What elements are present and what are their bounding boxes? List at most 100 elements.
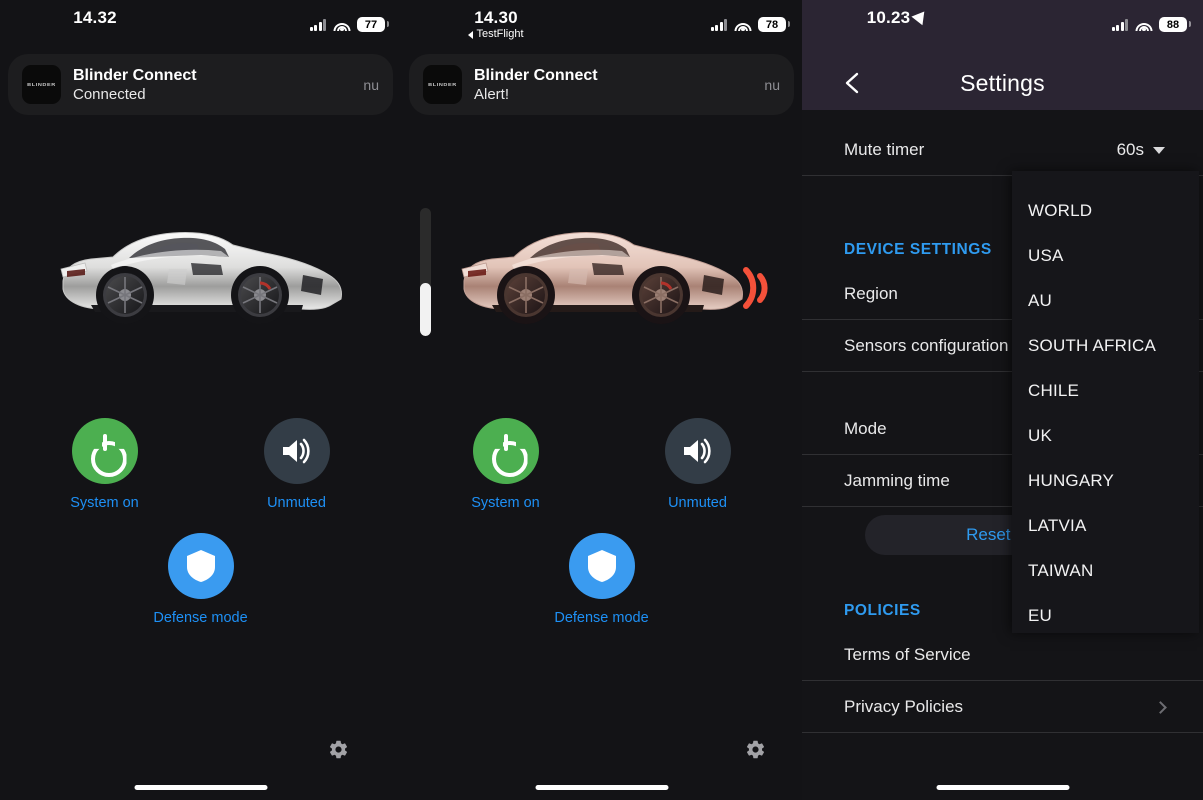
wifi-icon (333, 19, 350, 31)
dropdown-option-chile[interactable]: CHILE (1012, 368, 1199, 413)
dropdown-option-au[interactable]: AU (1012, 278, 1199, 323)
power-button[interactable] (71, 418, 138, 484)
app-icon-label: BLINDER (428, 81, 457, 88)
notification-text: Blinder Connect Alert! (474, 66, 764, 104)
cellular-signal-icon (1111, 18, 1128, 31)
app-icon-label: BLINDER (27, 81, 56, 88)
battery-indicator: 77 (357, 17, 389, 32)
settings-row-label: Mode (844, 419, 887, 438)
status-return-app[interactable]: TestFlight (468, 28, 524, 41)
alert-signal-waves-icon (743, 267, 768, 309)
control-system-power: System on (50, 418, 160, 511)
speaker-on-icon (282, 438, 310, 464)
defense-mode-row: Defense mode (401, 533, 802, 626)
app-icon: BLINDER (22, 65, 61, 104)
mute-button-label: Unmuted (668, 495, 727, 511)
power-button[interactable] (472, 418, 539, 484)
control-buttons-row: System on Unmuted (401, 418, 802, 511)
notification-body: Alert! (474, 85, 510, 103)
back-triangle-icon (468, 30, 474, 39)
sports-car-icon (60, 231, 342, 324)
cellular-signal-icon (309, 18, 326, 31)
speaker-on-icon (683, 438, 711, 464)
control-defense-mode: Defense mode (146, 533, 256, 626)
dropdown-option-usa[interactable]: USA (1012, 233, 1199, 278)
location-arrow-icon (911, 7, 931, 26)
status-bar: 14.30 TestFlight 78 (401, 0, 802, 50)
settings-row-privacy-policies[interactable]: Privacy Policies (802, 681, 1203, 733)
home-indicator (936, 785, 1069, 790)
notification-body: Connected (73, 85, 146, 103)
settings-row-label: Mute timer (844, 140, 925, 159)
dropdown-option-south-africa[interactable]: SOUTH AFRICA (1012, 323, 1199, 368)
status-bar-left: 14.30 TestFlight (401, 8, 591, 41)
control-system-power: System on (451, 418, 561, 511)
status-bar: 14.32 77 (0, 0, 401, 50)
chevron-down-icon (1153, 146, 1165, 154)
status-time-text: 10.23 (866, 8, 911, 27)
car-illustration-idle (0, 200, 401, 360)
status-time: 10.23 (866, 7, 931, 28)
notification-meta: nu (363, 76, 379, 93)
status-return-app-label: TestFlight (476, 28, 524, 40)
control-buttons-row: System on Unmuted (0, 418, 401, 511)
status-time: 14.32 (73, 8, 117, 27)
defense-mode-label: Defense mode (153, 610, 248, 626)
power-button-label: System on (70, 495, 139, 511)
notification-title: Blinder Connect (73, 66, 197, 84)
vertical-scroll-slider[interactable] (420, 208, 431, 336)
chevron-right-icon (1154, 700, 1167, 714)
back-chevron-icon[interactable] (842, 72, 864, 94)
settings-row-label: Jamming time (844, 471, 950, 490)
settings-row-label: Region (844, 284, 898, 303)
dropdown-option-hungary[interactable]: HUNGARY (1012, 458, 1199, 503)
navigation-header: 10.23 88 Settings (802, 0, 1203, 110)
defense-mode-label: Defense mode (554, 610, 649, 626)
dropdown-option-uk[interactable]: UK (1012, 413, 1199, 458)
status-bar-right: 88 (1111, 17, 1191, 32)
control-mute: Unmuted (643, 418, 753, 511)
home-indicator (535, 785, 668, 790)
gear-icon (746, 740, 765, 759)
status-bar-right: 78 (710, 17, 790, 32)
dropdown-option-world[interactable]: WORLD (1012, 188, 1199, 233)
three-phone-screenshot-composite: 14.32 77 BLINDER Blinder Connect Connect… (0, 0, 1203, 800)
settings-gear-button[interactable] (0, 739, 401, 760)
defense-mode-button[interactable] (568, 533, 635, 599)
list-top-spacer (802, 110, 1203, 124)
control-defense-mode: Defense mode (547, 533, 657, 626)
slider-thumb[interactable] (420, 283, 431, 336)
dropdown-option-eu[interactable]: EU (1012, 593, 1199, 633)
battery-indicator: 88 (1159, 17, 1191, 32)
defense-mode-row: Defense mode (0, 533, 401, 626)
notification-text: Blinder Connect Connected (73, 66, 363, 104)
mute-button-label: Unmuted (267, 495, 326, 511)
shield-icon (186, 550, 215, 582)
region-dropdown-menu[interactable]: WORLD USA AU SOUTH AFRICA CHILE UK HUNGA… (1012, 171, 1199, 633)
settings-gear-button[interactable] (401, 739, 802, 760)
dropdown-top-pad (1012, 171, 1199, 188)
settings-row-terms-of-service[interactable]: Terms of Service (802, 629, 1203, 681)
notification-banner[interactable]: BLINDER Blinder Connect Alert! nu (409, 54, 794, 115)
mute-button[interactable] (664, 418, 731, 484)
status-bar-left: 10.23 (802, 7, 992, 28)
settings-row-value-group[interactable]: 60s (1117, 140, 1165, 160)
settings-row-label: Privacy Policies (844, 697, 964, 716)
notification-banner[interactable]: BLINDER Blinder Connect Connected nu (8, 54, 393, 115)
wifi-icon (734, 19, 751, 31)
notification-meta: nu (764, 76, 780, 93)
power-icon (88, 434, 122, 468)
defense-mode-button[interactable] (167, 533, 234, 599)
settings-row-mute-timer[interactable]: Mute timer 60s (802, 124, 1203, 176)
shield-icon (587, 550, 616, 582)
status-bar-right: 77 (309, 17, 389, 32)
dropdown-option-taiwan[interactable]: TAIWAN (1012, 548, 1199, 593)
dropdown-option-latvia[interactable]: LATVIA (1012, 503, 1199, 548)
car-illustration-alert (401, 200, 802, 360)
phone-panel-settings: 10.23 88 Settings Mute timer 60s DEVICE … (802, 0, 1203, 800)
settings-row-label: Terms of Service (844, 645, 971, 664)
sports-car-alert-icon (461, 231, 743, 324)
mute-button[interactable] (263, 418, 330, 484)
home-indicator (134, 785, 267, 790)
control-mute: Unmuted (242, 418, 352, 511)
